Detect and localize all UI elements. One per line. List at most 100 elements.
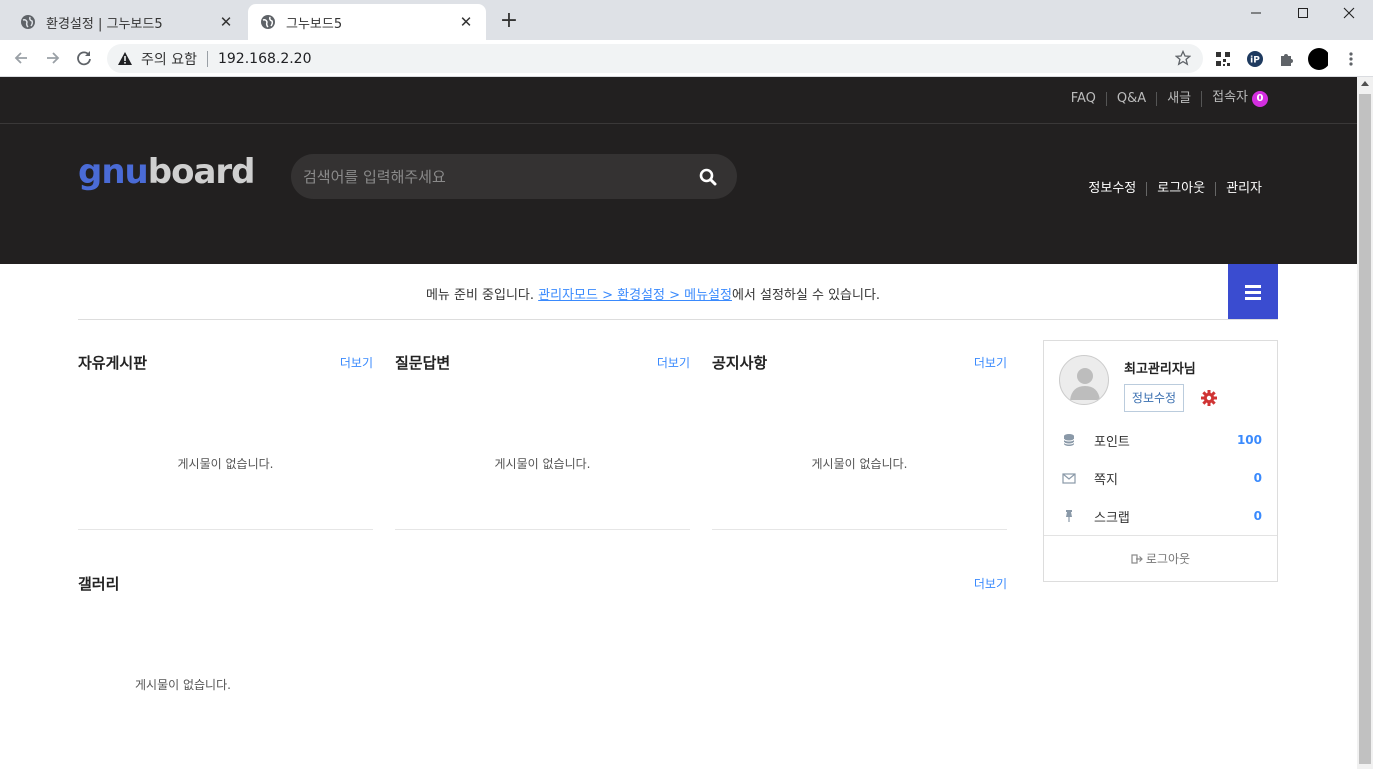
browser-menu-icon[interactable] (1341, 49, 1361, 69)
security-label[interactable]: 주의 요함 (141, 49, 197, 69)
more-link[interactable]: 더보기 (974, 354, 1007, 371)
divider (78, 529, 373, 530)
qr-code-extension-icon[interactable] (1213, 49, 1233, 69)
page-viewport: FAQ Q&A 새글 접속자 0 gnuboard 정보수정 로그아웃 관리자 메… (0, 77, 1357, 769)
messages-row[interactable]: 쪽지 0 (1062, 468, 1262, 488)
reload-icon (77, 51, 91, 66)
arrow-right-icon (47, 52, 60, 64)
messages-value: 0 (1253, 471, 1262, 485)
empty-message: 게시물이 없습니다. (135, 678, 231, 692)
arrow-left-icon (14, 52, 27, 64)
empty-message: 게시물이 없습니다. (811, 457, 908, 471)
more-link[interactable]: 더보기 (340, 354, 373, 371)
menu-notice-suffix: 에서 설정하실 수 있습니다. (731, 288, 881, 303)
logo-part-gnu: gnu (78, 152, 149, 192)
new-tab-button[interactable]: + (497, 9, 521, 33)
logout-label: 로그아웃 (1145, 552, 1191, 566)
more-link[interactable]: 더보기 (974, 575, 1007, 592)
search-box (291, 154, 737, 199)
board-qa: 질문답변 더보기 게시물이 없습니다. (395, 342, 690, 530)
admin-link[interactable]: 관리자 (1215, 182, 1272, 196)
ip-extension-icon[interactable]: iP (1245, 49, 1265, 69)
back-button[interactable] (9, 46, 33, 70)
hamburger-icon-bar (1245, 285, 1261, 288)
all-menu-button[interactable] (1228, 264, 1278, 319)
forward-button[interactable] (41, 46, 65, 70)
scrap-label: 스크랩 (1094, 510, 1130, 526)
envelope-icon (1062, 473, 1076, 484)
new-posts-link[interactable]: 새글 (1156, 92, 1201, 106)
empty-message: 게시물이 없습니다. (494, 457, 591, 471)
top-links: FAQ Q&A 새글 접속자 0 (1061, 91, 1278, 107)
hamburger-icon-bar (1245, 297, 1261, 300)
tab-gnuboard[interactable]: 그누보드5 ✕ (248, 4, 486, 40)
tab-title: 환경설정 | 그누보드5 (46, 16, 163, 32)
reload-button[interactable] (72, 46, 96, 70)
menu-notice-prefix: 메뉴 준비 중입니다. (425, 288, 539, 303)
more-link[interactable]: 더보기 (657, 354, 690, 371)
site-header: gnuboard 정보수정 로그아웃 관리자 (0, 124, 1357, 264)
maximize-button[interactable] (1280, 0, 1326, 26)
qa-link[interactable]: Q&A (1105, 92, 1156, 106)
divider (206, 50, 208, 67)
messages-label: 쪽지 (1094, 472, 1118, 488)
address-bar[interactable]: 주의 요함 192.168.2.20 (107, 44, 1203, 73)
svg-text:iP: iP (1250, 56, 1260, 66)
visitors-link[interactable]: 접속자 0 (1201, 91, 1278, 107)
board-notice: 공지사항 더보기 게시물이 없습니다. (712, 342, 1007, 530)
profile-avatar-icon[interactable] (1308, 48, 1328, 70)
logo-part-board: board (147, 152, 256, 192)
default-avatar-icon (1070, 368, 1100, 400)
board-title[interactable]: 공지사항 (712, 352, 767, 373)
profile-logout-button[interactable]: 로그아웃 (1044, 535, 1277, 582)
scrollbar-thumb[interactable] (1359, 94, 1371, 764)
edit-profile-link[interactable]: 정보수정 (1078, 182, 1146, 196)
top-utility-bar: FAQ Q&A 새글 접속자 0 (0, 77, 1357, 124)
member-name: 최고관리자님 (1124, 362, 1196, 377)
edit-profile-button[interactable]: 정보수정 (1124, 384, 1184, 412)
faq-link[interactable]: FAQ (1061, 92, 1106, 106)
member-profile-box: 최고관리자님 정보수정 포인트 100 쪽지 0 스크랩 0 로그아웃 (1043, 340, 1278, 582)
points-label: 포인트 (1094, 434, 1130, 450)
gear-icon[interactable] (1200, 389, 1218, 407)
header-user-links: 정보수정 로그아웃 관리자 (1078, 182, 1272, 196)
search-icon[interactable] (699, 168, 717, 186)
sign-out-icon (1131, 554, 1143, 564)
board-title[interactable]: 갤러리 (78, 573, 119, 594)
maximize-icon (1298, 8, 1308, 18)
globe-icon (261, 15, 275, 29)
visitor-count-badge: 0 (1252, 91, 1268, 107)
empty-message: 게시물이 없습니다. (177, 457, 274, 471)
board-free: 자유게시판 더보기 게시물이 없습니다. (78, 342, 373, 530)
browser-toolbar: 주의 요함 192.168.2.20 iP (0, 40, 1373, 77)
scroll-up-arrow-icon[interactable] (1361, 81, 1369, 86)
globe-icon (21, 15, 35, 29)
window-close-button[interactable] (1326, 0, 1372, 26)
tab-settings[interactable]: 환경설정 | 그누보드5 ✕ (8, 4, 246, 40)
close-tab-icon[interactable]: ✕ (458, 14, 474, 30)
hamburger-icon-bar (1245, 291, 1261, 294)
menu-notice: 메뉴 준비 중입니다. 관리자모드 > 환경설정 > 메뉴설정에서 설정하실 수… (78, 284, 1228, 303)
thumbtack-icon (1066, 510, 1072, 522)
board-gallery: 갤러리 더보기 게시물이 없습니다. (78, 563, 1007, 693)
bookmark-star-icon[interactable] (1175, 50, 1191, 66)
visitors-label: 접속자 (1212, 90, 1248, 105)
close-tab-icon[interactable]: ✕ (218, 14, 234, 30)
minimize-button[interactable] (1233, 0, 1279, 26)
avatar[interactable] (1059, 355, 1109, 405)
board-title[interactable]: 질문답변 (395, 352, 450, 373)
search-input[interactable] (303, 154, 683, 199)
database-icon (1063, 434, 1075, 446)
page-scrollbar[interactable] (1357, 77, 1373, 769)
divider (395, 529, 690, 530)
points-row[interactable]: 포인트 100 (1062, 430, 1262, 450)
scrap-row[interactable]: 스크랩 0 (1062, 506, 1262, 526)
extensions-puzzle-icon[interactable] (1277, 49, 1297, 69)
url-text[interactable]: 192.168.2.20 (218, 51, 312, 67)
logout-link[interactable]: 로그아웃 (1146, 182, 1215, 196)
divider (712, 529, 1007, 530)
gnuboard-logo[interactable]: gnuboard (78, 152, 255, 192)
browser-tab-strip: 환경설정 | 그누보드5 ✕ 그누보드5 ✕ + (0, 0, 1373, 40)
board-title[interactable]: 자유게시판 (78, 352, 147, 373)
menu-settings-link[interactable]: 관리자모드 > 환경설정 > 메뉴설정 (538, 288, 732, 303)
